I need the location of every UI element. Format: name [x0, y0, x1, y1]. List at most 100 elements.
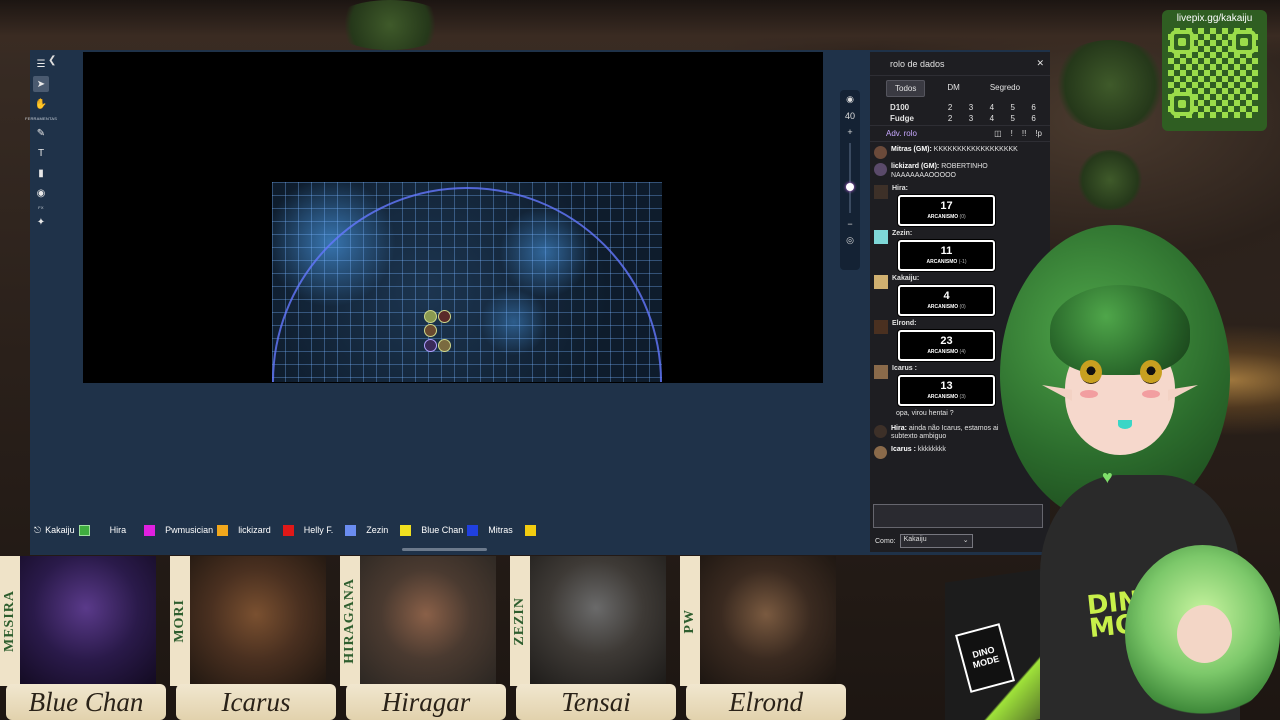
banner-text: MESIRA	[2, 589, 17, 652]
wand-tool-icon[interactable]: ✦	[33, 214, 49, 230]
dice-name: D100	[890, 103, 910, 112]
eye-left	[1080, 360, 1102, 384]
player-item[interactable]: Helly F.	[304, 524, 357, 536]
eye-right	[1140, 360, 1162, 384]
recenter-icon[interactable]: ◎	[846, 235, 854, 246]
token-3[interactable]	[424, 324, 437, 337]
dice-value[interactable]: 2	[940, 114, 961, 123]
speak-as-select[interactable]: Kakaiju ⌄	[899, 534, 973, 548]
message-text: KKKKKKKKKKKKKKKKKK	[933, 146, 1018, 153]
portrait	[16, 556, 156, 686]
chat-message: Mitras (GM): KKKKKKKKKKKKKKKKKK	[870, 144, 1050, 161]
player-item[interactable]: Hira	[109, 524, 156, 536]
dice-value[interactable]: 5	[1002, 114, 1023, 123]
close-icon[interactable]: ✕	[1036, 58, 1044, 69]
tab-segredo[interactable]: Segredo	[982, 80, 1028, 97]
columns-icon[interactable]: ◫	[994, 129, 1002, 138]
hanging-plant	[1050, 40, 1170, 130]
dice-value[interactable]: 6	[1023, 114, 1044, 123]
mouth	[1118, 420, 1132, 429]
select-tool-icon[interactable]: ➤	[33, 76, 49, 92]
tab-todos[interactable]: Todos	[886, 80, 926, 97]
rect-tool-icon[interactable]: ▮	[33, 165, 49, 181]
character-name: Tensai	[561, 686, 631, 717]
roll-value: 23	[940, 335, 953, 347]
player-item[interactable]: Blue Chan	[421, 524, 479, 536]
token-5[interactable]	[438, 339, 451, 352]
dice-row[interactable]: Fudge 2 3 4 5 6	[870, 114, 1050, 123]
player-color	[524, 524, 536, 536]
player-color	[345, 524, 357, 536]
player-banner: MESIRA	[0, 556, 20, 686]
speak-as-label: Como:	[875, 537, 896, 545]
token-1[interactable]	[424, 310, 437, 323]
portrait	[526, 556, 666, 686]
map-viewport[interactable]	[83, 52, 823, 383]
message-text: kkkkkkkk	[917, 446, 946, 453]
advanced-roll-row[interactable]: Adv. rolo ◫ ! !! !p	[870, 125, 1050, 142]
qr-title: livepix.gg/kakaiju	[1176, 13, 1253, 24]
qr-code-icon	[1168, 28, 1258, 118]
message-author: Icarus :	[891, 446, 916, 453]
dice-row[interactable]: D100 2 3 4 5 6	[870, 101, 1050, 114]
player-banner: MORI	[170, 556, 190, 686]
zoom-out-icon[interactable]: −	[847, 219, 852, 229]
globe-tool-icon[interactable]: ◉	[33, 185, 49, 201]
roll-author: Hira:	[892, 184, 908, 192]
name-scroll: Blue Chan	[6, 684, 166, 720]
dice-value[interactable]: 3	[961, 103, 982, 112]
adv-action[interactable]: !p	[1035, 129, 1042, 138]
hand-tool-icon[interactable]: ✋	[33, 96, 49, 112]
roll-mod: (0)	[959, 214, 966, 220]
adv-action[interactable]: !	[1011, 129, 1013, 138]
dice-value[interactable]: 2	[940, 103, 961, 112]
dice-value[interactable]: 4	[981, 114, 1002, 123]
character-card: HIRAGANA Hiragar	[340, 556, 506, 720]
roll-skill: ARCANISMO	[927, 214, 959, 220]
fx-label: FX	[38, 205, 44, 210]
blush-right	[1142, 390, 1160, 398]
token-2[interactable]	[438, 310, 451, 323]
banner-text: HIRAGANA	[342, 578, 357, 664]
tab-dm[interactable]: DM	[939, 80, 967, 97]
dice-value[interactable]: 4	[981, 103, 1002, 112]
adv-action[interactable]: !!	[1022, 129, 1026, 138]
eye-icon[interactable]: ◉	[846, 94, 854, 105]
brush-tool-icon[interactable]: ✎	[33, 125, 49, 141]
zoom-in-icon[interactable]: +	[847, 127, 852, 137]
player-item[interactable]: Mitras	[488, 524, 536, 536]
adv-roll-label[interactable]: Adv. rolo	[886, 129, 917, 138]
player-item[interactable]: Zezin	[366, 524, 412, 536]
character-card: MESIRA Blue Chan	[0, 556, 166, 720]
player-item[interactable]: lickizard	[238, 524, 294, 536]
chibi-face	[1177, 605, 1232, 663]
chat-title: rolo de dados	[890, 58, 945, 69]
player-banner: PW	[680, 556, 700, 686]
player-color	[400, 524, 412, 536]
zoom-slider[interactable]	[846, 143, 854, 213]
player-color	[78, 524, 90, 536]
hanging-plant-left	[330, 0, 450, 50]
roll-mod: (4)	[959, 349, 966, 355]
avatar	[874, 274, 888, 289]
character-card: MORI Icarus	[170, 556, 336, 720]
player-item[interactable]: Pwmusician	[165, 524, 229, 536]
menu-icon[interactable]: ☰	[33, 56, 49, 72]
player-name: Hira	[109, 525, 127, 535]
token-4[interactable]	[424, 339, 437, 352]
portrait	[696, 556, 836, 686]
text-tool-icon[interactable]: T	[33, 145, 49, 161]
avatar	[874, 319, 888, 334]
dice-value[interactable]: 3	[961, 114, 982, 123]
battle-map[interactable]	[272, 182, 662, 382]
zoom-slider-knob[interactable]	[846, 183, 854, 191]
player-name: Zezin	[366, 525, 389, 535]
player-item[interactable]: ⎋ Kakaiju	[34, 524, 90, 536]
dice-value[interactable]: 5	[1002, 103, 1023, 112]
banner-text: MORI	[172, 599, 187, 643]
dice-value[interactable]: 6	[1023, 103, 1044, 112]
roll-mod: (3)	[959, 394, 966, 400]
name-scroll: Hiragar	[346, 684, 506, 720]
horizontal-scrollbar[interactable]	[402, 548, 487, 551]
player-banner: ZEZIN	[510, 556, 530, 686]
